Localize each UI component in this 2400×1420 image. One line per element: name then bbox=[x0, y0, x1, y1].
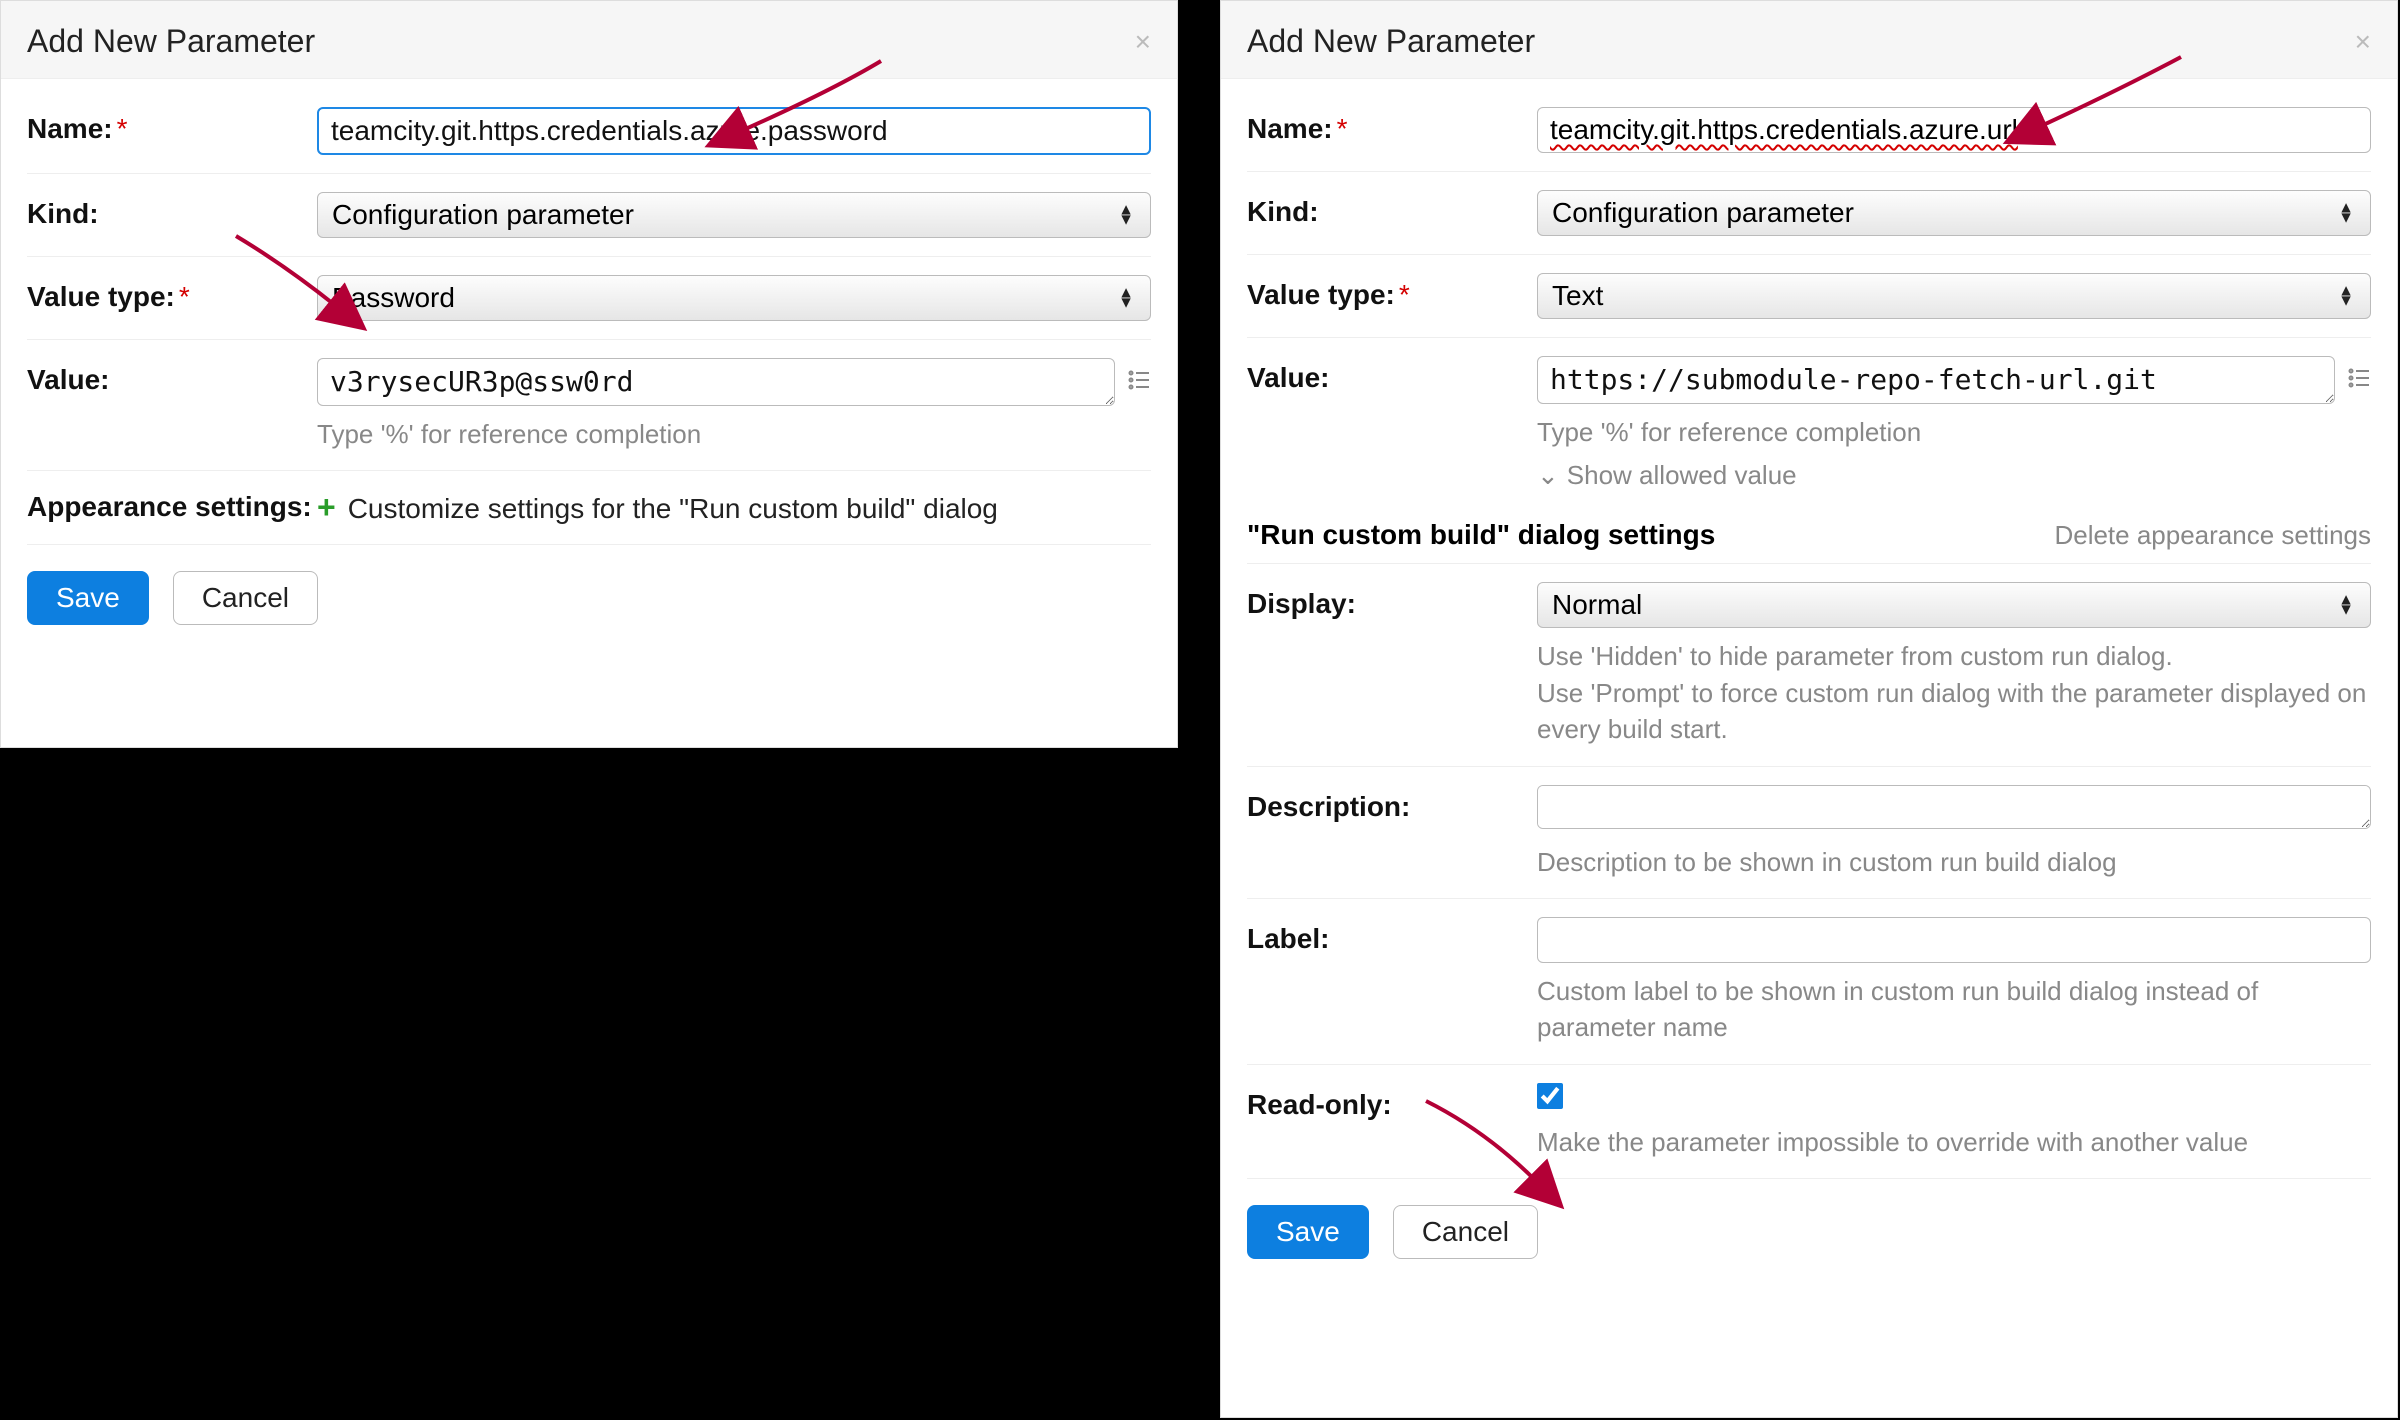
kind-value: Configuration parameter bbox=[1552, 197, 1854, 228]
description-input[interactable] bbox=[1537, 785, 2371, 829]
display-select[interactable]: Normal ▲▼ bbox=[1537, 582, 2371, 628]
value-input[interactable] bbox=[1537, 356, 2335, 404]
chevron-down-icon: ⌄ bbox=[1537, 460, 1559, 491]
dialog-add-parameter-left: Add New Parameter × Name:* Kind: Configu… bbox=[0, 0, 1178, 748]
description-hint: Description to be shown in custom run bu… bbox=[1537, 844, 2371, 880]
label-kind: Kind: bbox=[1247, 190, 1537, 228]
valuetype-select[interactable]: Text ▲▼ bbox=[1537, 273, 2371, 319]
valuetype-value: Text bbox=[1552, 280, 1603, 311]
section-title: "Run custom build" dialog settings bbox=[1247, 519, 1715, 551]
display-hint: Use 'Hidden' to hide parameter from cust… bbox=[1537, 638, 2371, 747]
display-value: Normal bbox=[1552, 589, 1642, 620]
kind-value: Configuration parameter bbox=[332, 199, 634, 230]
select-arrows-icon: ▲▼ bbox=[1118, 205, 1134, 224]
appearance-section-header: "Run custom build" dialog settings Delet… bbox=[1247, 495, 2371, 564]
readonly-hint: Make the parameter impossible to overrid… bbox=[1537, 1124, 2371, 1160]
label-input[interactable] bbox=[1537, 917, 2371, 963]
kind-select[interactable]: Configuration parameter ▲▼ bbox=[317, 192, 1151, 238]
dialog-add-parameter-right: Add New Parameter × Name:* teamcity.git.… bbox=[1220, 0, 2398, 1418]
close-icon[interactable]: × bbox=[2355, 28, 2371, 56]
list-icon[interactable] bbox=[2347, 356, 2371, 395]
delete-appearance-link[interactable]: Delete appearance settings bbox=[2054, 520, 2371, 551]
save-button[interactable]: Save bbox=[1247, 1205, 1369, 1259]
valuetype-value: Password bbox=[332, 282, 455, 313]
select-arrows-icon: ▲▼ bbox=[2338, 203, 2354, 222]
label-name: Name:* bbox=[1247, 107, 1537, 145]
name-input[interactable] bbox=[317, 107, 1151, 155]
select-arrows-icon: ▲▼ bbox=[1118, 288, 1134, 307]
label-readonly: Read-only: bbox=[1247, 1083, 1537, 1121]
value-input[interactable] bbox=[317, 358, 1115, 406]
label-display: Display: bbox=[1247, 582, 1537, 620]
select-arrows-icon: ▲▼ bbox=[2338, 286, 2354, 305]
label-valuetype: Value type:* bbox=[27, 275, 317, 313]
name-input[interactable]: teamcity.git.https.credentials.azure.url bbox=[1537, 107, 2371, 153]
kind-select[interactable]: Configuration parameter ▲▼ bbox=[1537, 190, 2371, 236]
label-label: Label: bbox=[1247, 917, 1537, 955]
cancel-button[interactable]: Cancel bbox=[173, 571, 318, 625]
dialog-title: Add New Parameter bbox=[27, 23, 315, 60]
dialog-title: Add New Parameter bbox=[1247, 23, 1535, 60]
plus-icon: + bbox=[317, 489, 336, 525]
close-icon[interactable]: × bbox=[1135, 28, 1151, 56]
label-value: Value: bbox=[27, 358, 317, 396]
valuetype-select[interactable]: Password ▲▼ bbox=[317, 275, 1151, 321]
select-arrows-icon: ▲▼ bbox=[2338, 596, 2354, 615]
label-kind: Kind: bbox=[27, 192, 317, 230]
dialog-header: Add New Parameter × bbox=[1221, 1, 2397, 79]
save-button[interactable]: Save bbox=[27, 571, 149, 625]
customize-settings-link[interactable]: +Customize settings for the "Run custom … bbox=[317, 489, 1151, 526]
show-allowed-value-link[interactable]: ⌄Show allowed value bbox=[1537, 460, 2371, 491]
value-hint: Type '%' for reference completion bbox=[1537, 414, 2371, 450]
dialog-header: Add New Parameter × bbox=[1, 1, 1177, 79]
readonly-checkbox[interactable] bbox=[1537, 1083, 1563, 1109]
label-description: Description: bbox=[1247, 785, 1537, 823]
label-name: Name:* bbox=[27, 107, 317, 145]
label-hint: Custom label to be shown in custom run b… bbox=[1537, 973, 2371, 1046]
label-value: Value: bbox=[1247, 356, 1537, 394]
cancel-button[interactable]: Cancel bbox=[1393, 1205, 1538, 1259]
label-appearance: Appearance settings: bbox=[27, 489, 317, 523]
label-valuetype: Value type:* bbox=[1247, 273, 1537, 311]
value-hint: Type '%' for reference completion bbox=[317, 416, 1151, 452]
list-icon[interactable] bbox=[1127, 358, 1151, 397]
